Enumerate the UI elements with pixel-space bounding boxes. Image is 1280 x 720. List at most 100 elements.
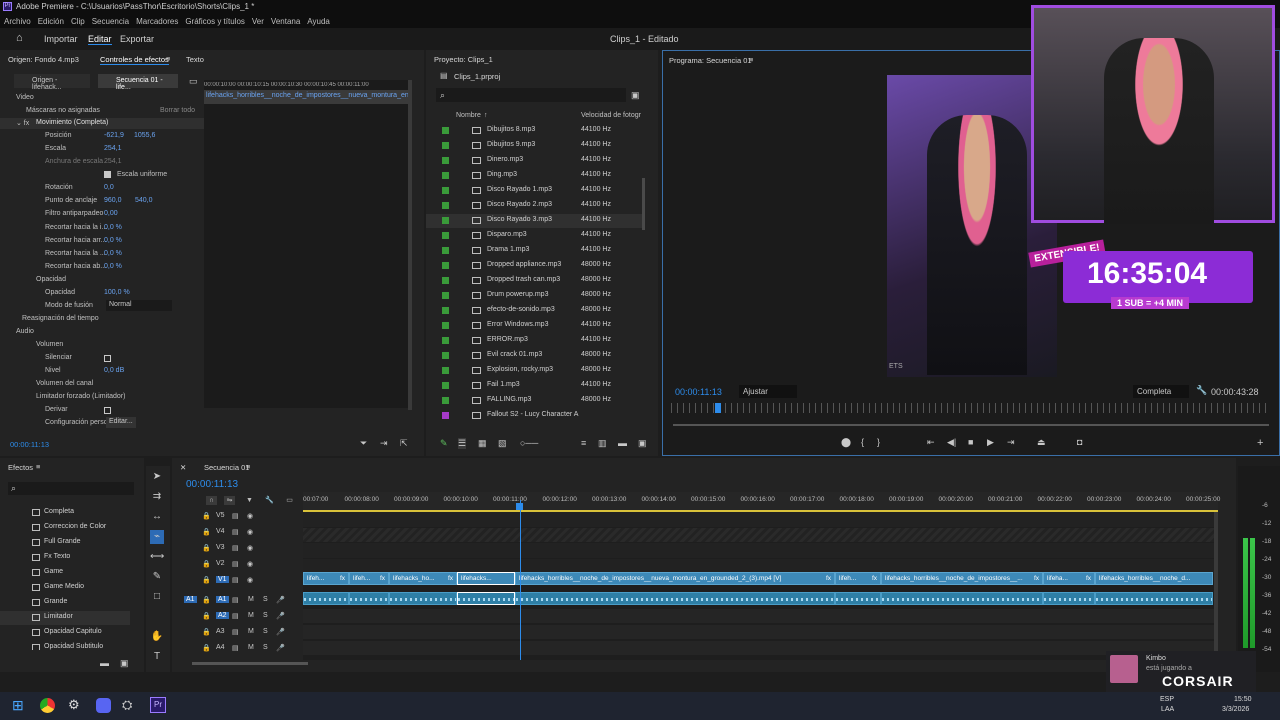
audio-clip[interactable] bbox=[881, 592, 1043, 605]
project-item[interactable]: Drum powerup.mp3 48000 Hz bbox=[426, 289, 642, 303]
project-item[interactable]: Error Windows.mp3 44100 Hz bbox=[426, 319, 642, 333]
program-timecode[interactable]: 00:00:11:13 bbox=[675, 387, 722, 397]
go-to-in-icon[interactable]: ⇤ bbox=[927, 437, 935, 448]
timeline-scroll-right[interactable] bbox=[1214, 512, 1218, 652]
play-icon[interactable]: ▶ bbox=[987, 437, 994, 448]
video-clip[interactable]: lifeh... fx bbox=[835, 572, 881, 585]
clock-time[interactable]: 15:50 bbox=[1234, 696, 1252, 703]
lock-icon[interactable]: 🔒 bbox=[202, 644, 211, 652]
video-clip[interactable]: lifeh... fx bbox=[349, 572, 389, 585]
tab-text[interactable]: Texto bbox=[186, 55, 204, 64]
menu-secuencia[interactable]: Secuencia bbox=[92, 17, 129, 26]
v5-track[interactable] bbox=[303, 512, 1218, 527]
menu-marcadores[interactable]: Marcadores bbox=[136, 17, 178, 26]
track-label[interactable]: A1 bbox=[216, 596, 229, 603]
program-zoom-bar[interactable] bbox=[673, 424, 1269, 426]
project-item[interactable]: Drama 1.mp3 44100 Hz bbox=[426, 244, 642, 258]
v4-track-disabled[interactable] bbox=[303, 528, 1218, 542]
lock-icon[interactable]: 🔒 bbox=[202, 544, 211, 552]
row-hard-limiter[interactable]: Limitador forzado (Limitador) bbox=[36, 393, 125, 400]
project-item[interactable]: Dibujitos 8.mp3 44100 Hz bbox=[426, 124, 642, 138]
lock-icon[interactable]: 🔒 bbox=[202, 596, 211, 604]
chrome-icon[interactable] bbox=[40, 698, 55, 713]
timeline-menu-icon[interactable]: ≡ bbox=[246, 462, 250, 471]
selection-tool-icon[interactable]: ➤ bbox=[150, 470, 164, 484]
level-value[interactable]: 0,0 dB bbox=[104, 367, 124, 374]
import-tab[interactable]: Importar bbox=[44, 34, 78, 44]
position-x[interactable]: -621,9 bbox=[104, 132, 124, 139]
project-item[interactable]: Disco Rayado 2.mp3 44100 Hz bbox=[426, 199, 642, 213]
mute-button[interactable]: M bbox=[248, 644, 254, 651]
menu-ayuda[interactable]: Ayuda bbox=[307, 17, 330, 26]
sync-lock-icon[interactable]: ▤ bbox=[232, 576, 239, 584]
app-icon-settings[interactable]: ⚙ bbox=[68, 697, 80, 713]
anchor-x[interactable]: 960,0 bbox=[104, 197, 122, 204]
project-item[interactable]: Evil crack 01.mp3 48000 Hz bbox=[426, 349, 642, 363]
mic-icon[interactable]: 🎤 bbox=[276, 596, 285, 604]
row-opacity-group[interactable]: Opacidad bbox=[36, 276, 66, 283]
mute-button[interactable]: M bbox=[248, 612, 254, 619]
video-clip[interactable]: lifehacks_ho... fx bbox=[389, 572, 457, 585]
sync-lock-icon[interactable]: ▤ bbox=[232, 644, 239, 652]
program-scrub-bar[interactable] bbox=[671, 403, 1271, 413]
v1-track[interactable]: lifeh... fx lifeh... fx lifehacks_ho... fx lif… bbox=[303, 572, 1218, 586]
effects-preset-item[interactable]: Game Medio bbox=[0, 581, 130, 595]
effect-controls-timecode[interactable]: 00:00:11:13 bbox=[10, 440, 49, 449]
menu-archivo[interactable]: Archivo bbox=[4, 17, 31, 26]
track-label[interactable]: V2 bbox=[216, 560, 225, 567]
menu-ventana[interactable]: Ventana bbox=[271, 17, 300, 26]
row-volume[interactable]: Volumen bbox=[36, 341, 63, 348]
delete-effects-icon[interactable]: ▣ bbox=[120, 658, 129, 669]
effects-preset-item[interactable]: Opacidad Subtitulo bbox=[0, 641, 130, 650]
sync-lock-icon[interactable]: ▤ bbox=[232, 596, 239, 604]
project-item[interactable]: Disparo.mp3 44100 Hz bbox=[426, 229, 642, 243]
project-scrollbar[interactable] bbox=[642, 178, 645, 230]
edit-button[interactable]: Editar... bbox=[106, 417, 136, 428]
video-clip[interactable]: lifeh... fx bbox=[303, 572, 349, 585]
video-clip[interactable]: lifeha... fx bbox=[1043, 572, 1095, 585]
ripple-tool-icon[interactable]: ↔ bbox=[150, 510, 164, 524]
rotation-value[interactable]: 0,0 bbox=[104, 184, 114, 191]
program-playhead[interactable] bbox=[715, 403, 721, 413]
project-item[interactable]: efecto-de-sonido.mp3 48000 Hz bbox=[426, 304, 642, 318]
eye-icon[interactable]: ◉ bbox=[247, 576, 253, 584]
effects-search[interactable] bbox=[8, 482, 134, 495]
crop-bottom-value[interactable]: 0,0 % bbox=[104, 263, 122, 270]
mic-icon[interactable]: 🎤 bbox=[276, 644, 285, 652]
home-icon[interactable]: ⌂ bbox=[16, 32, 23, 44]
project-item[interactable]: Fail 1.mp3 44100 Hz bbox=[426, 379, 642, 393]
project-item[interactable]: Disco Rayado 3.mp3 44100 Hz bbox=[426, 214, 642, 228]
video-clip[interactable]: lifehacks... bbox=[457, 572, 515, 585]
effects-title[interactable]: Efectos bbox=[8, 463, 33, 472]
a3-track[interactable] bbox=[303, 625, 1218, 639]
captions-icon[interactable]: ▭ bbox=[284, 496, 295, 505]
sort-icon[interactable]: ≡ bbox=[581, 438, 586, 448]
notification-toast[interactable]: Kimbo está jugando a CORSAIR bbox=[1106, 651, 1256, 693]
crop-top-value[interactable]: 0,0 % bbox=[104, 237, 122, 244]
sync-lock-icon[interactable]: ▤ bbox=[232, 628, 239, 636]
hand-tool-icon[interactable]: ✋ bbox=[150, 630, 164, 644]
add-marker-icon[interactable]: ▼ bbox=[244, 496, 255, 505]
timeline-timecode[interactable]: 00:00:11:13 bbox=[186, 479, 238, 490]
audio-clip[interactable] bbox=[515, 592, 835, 605]
zoom-slider[interactable]: ○── bbox=[520, 438, 538, 448]
add-button-icon[interactable]: + bbox=[1257, 437, 1263, 449]
effects-preset-item[interactable]: Fx Texto bbox=[0, 551, 130, 565]
delete-all-button[interactable]: Borrar todo bbox=[160, 107, 195, 114]
mark-out-icon[interactable]: } bbox=[877, 437, 880, 447]
play-only-icon[interactable]: ⇥ bbox=[380, 438, 388, 449]
solo-button[interactable]: S bbox=[263, 644, 268, 651]
snap-icon[interactable]: ∩ bbox=[206, 496, 217, 505]
timeline-playhead[interactable] bbox=[520, 500, 521, 660]
linked-selection-icon[interactable]: ⇋ bbox=[224, 496, 235, 505]
mark-in-icon[interactable]: { bbox=[861, 437, 864, 447]
lock-icon[interactable]: 🔒 bbox=[202, 528, 211, 536]
automate-icon[interactable]: ▥ bbox=[598, 438, 607, 449]
anchor-y[interactable]: 540,0 bbox=[135, 197, 153, 204]
pen-tool-icon[interactable]: ✎ bbox=[150, 570, 164, 584]
clock-date[interactable]: 3/3/2026 bbox=[1222, 706, 1249, 713]
effects-preset-item[interactable]: Correccion de Color bbox=[0, 521, 130, 535]
lift-icon[interactable]: ⏏ bbox=[1037, 437, 1046, 448]
scale-value[interactable]: 254,1 bbox=[104, 145, 122, 152]
timeline-settings-icon[interactable]: 🔧 bbox=[264, 496, 275, 505]
